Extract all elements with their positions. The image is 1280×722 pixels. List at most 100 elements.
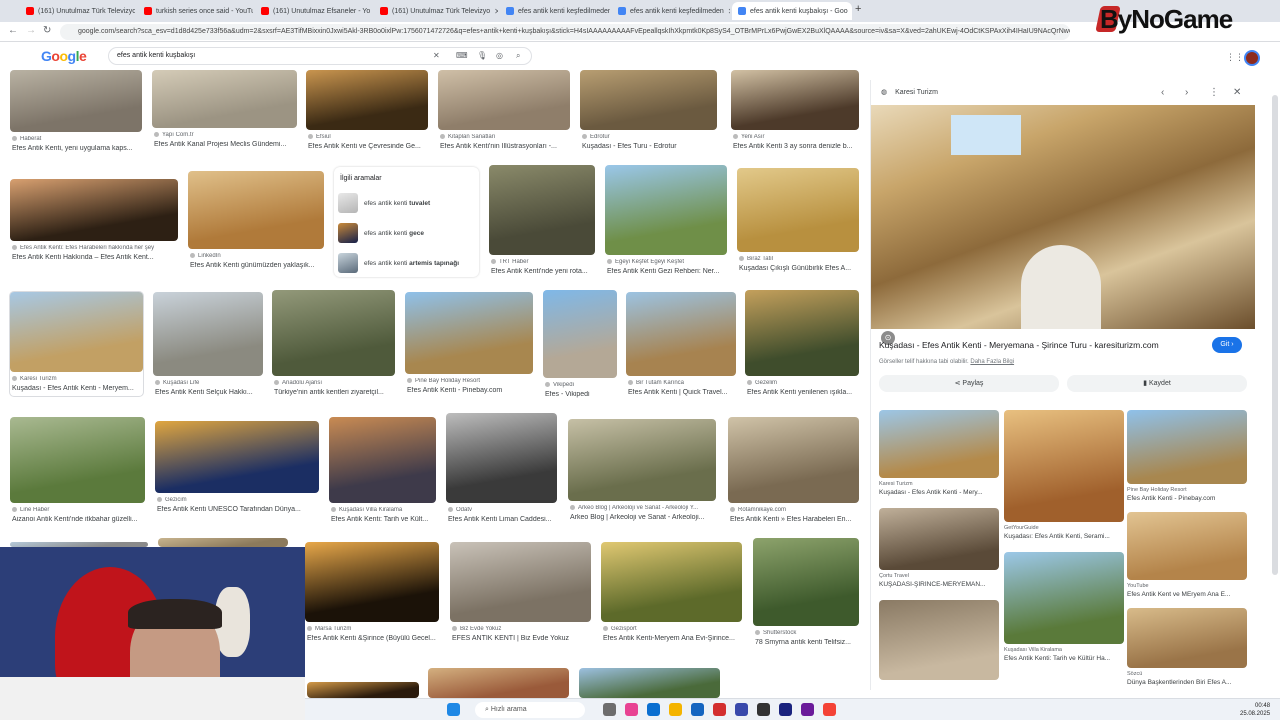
result-source[interactable]: Odatv (448, 507, 559, 513)
result-thumbnail[interactable] (10, 292, 143, 372)
result-source[interactable]: Arkeo Blog | Arkeoloji ve Sanat - Arkeol… (570, 505, 718, 511)
image-result[interactable]: Kitaplan SanatlarıEfes Antik Kenti'nin İ… (438, 70, 570, 154)
result-thumbnail[interactable] (10, 70, 142, 132)
image-result[interactable]: EdroturKuşadası - Efes Turu - Edrotur (580, 70, 717, 154)
result-thumbnail[interactable] (438, 70, 570, 130)
panel-source[interactable]: ◍ Karesi Turizm (881, 88, 938, 96)
image-result[interactable]: Shutterstock 78 Smyrna antik kenti Telifs… (753, 538, 859, 650)
result-thumbnail[interactable] (446, 413, 557, 503)
result-title[interactable]: Kuşadası Çıkışlı Günübirlik Efes A... (739, 265, 861, 272)
result-title[interactable]: Efes Antik Kenti - Pinebay.com (407, 387, 535, 394)
app-icon[interactable] (801, 703, 814, 716)
result-source[interactable]: Kuşadası Villa Kiralama (331, 507, 438, 513)
result-thumbnail[interactable] (158, 538, 288, 547)
result-thumbnail[interactable] (728, 417, 859, 503)
app-icon[interactable] (625, 703, 638, 716)
result-source[interactable]: Shutterstock (755, 630, 861, 636)
image-result[interactable]: TRT HaberEfes Antik Kenti'nde yeni rota.… (489, 165, 595, 279)
windows-start-icon[interactable] (447, 703, 460, 716)
result-thumbnail[interactable] (10, 179, 178, 241)
image-result[interactable]: Pine Bay Holiday Resort Efes Antik Kenti … (405, 292, 533, 398)
result-title[interactable]: Efes Antik Kenti Selçuk Hakkı... (155, 389, 265, 396)
result-source[interactable]: TRT Haber (491, 259, 597, 265)
result-source[interactable]: Biraz Tatil (739, 256, 861, 262)
result-thumbnail[interactable] (450, 542, 591, 622)
related-image-title[interactable]: Efes Antik Kent ve MEryem Ana E... (1127, 591, 1247, 598)
result-title[interactable]: Efes Antik Kenti 3 ay sonra denizle b... (733, 143, 861, 150)
clear-icon[interactable]: ✕ (433, 51, 440, 60)
image-result[interactable]: LinkedInEfes Antik Kenti günümüzden yakl… (188, 171, 324, 273)
result-source[interactable]: Vikipedi (545, 382, 619, 388)
avatar[interactable] (1244, 50, 1260, 66)
taskbar-search[interactable]: ⌕ Hızlı arama (475, 702, 585, 718)
result-thumbnail[interactable] (568, 419, 716, 501)
image-result[interactable]: Odatv Efes Antik Kenti Liman Caddesi... (446, 413, 557, 527)
image-result[interactable]: Arkeo Blog | Arkeoloji ve Sanat - Arkeol… (568, 419, 716, 525)
image-result[interactable]: GezelimEfes Antik Kenti yenilenen ışıkla… (745, 290, 859, 400)
image-result[interactable]: Kuşadası Life Efes Antik Kenti Selçuk Hak… (153, 292, 263, 400)
close-tab-icon[interactable]: ✕ (494, 7, 498, 16)
image-result[interactable]: VikipediEfes - Vikipedi (543, 290, 617, 402)
related-image-source[interactable]: Karesi Turizm (879, 481, 913, 487)
result-title[interactable]: Efes Antik Kenti UNESCO Tarafından Dünya… (157, 506, 321, 513)
related-image-thumbnail[interactable] (879, 410, 999, 478)
result-source[interactable]: Haberat (12, 136, 144, 142)
browser-tab[interactable]: (161) Unutulmaz Efsaneler - Yo ✕ (255, 2, 370, 20)
app-icon[interactable] (691, 703, 704, 716)
image-result[interactable]: Karesi TurizmKuşadası - Efes Antik Kenti… (10, 292, 143, 396)
result-source[interactable]: Bir Tutam Karınca (628, 380, 738, 386)
folder-icon[interactable] (669, 703, 682, 716)
result-source[interactable]: Anadolu Ajansı (274, 380, 397, 386)
search-input[interactable]: efes antik kenti kuşbakışı (108, 47, 532, 65)
related-image-thumbnail[interactable] (1127, 410, 1247, 484)
result-thumbnail[interactable] (428, 668, 569, 698)
result-source[interactable]: Pine Bay Holiday Resort (407, 378, 535, 384)
result-thumbnail[interactable] (307, 682, 419, 698)
result-title[interactable]: Kuşadası - Efes Antik Kenti - Meryem... (12, 385, 145, 392)
related-image-source[interactable]: Kuşadası Villa Kiralama (1004, 647, 1062, 653)
related-image-thumbnail[interactable] (1127, 608, 1247, 668)
close-icon[interactable]: ✕ (1233, 87, 1241, 98)
app-icon[interactable] (603, 703, 616, 716)
result-thumbnail[interactable] (10, 417, 145, 503)
related-image-title[interactable]: Efes Antik Kenti - Pinebay.com (1127, 495, 1247, 502)
result-title[interactable]: Efes Antik Kenti Hakkında – Efes Antik K… (12, 254, 180, 261)
result-source[interactable]: Kitaplan Sanatları (440, 134, 572, 140)
image-result[interactable]: Rotamnikaye.com Efes Antik Kenti » Efes H… (728, 417, 859, 527)
url-field[interactable]: google.com/search?sca_esv=d1d8d425e733f5… (60, 24, 1070, 40)
forward-icon[interactable]: → (26, 25, 36, 36)
search-icon[interactable]: ⌕ (516, 51, 520, 61)
result-source[interactable]: Biz Evde Yokuz (452, 626, 593, 632)
result-title[interactable]: Aizanoi Antik Kenti'nde itkbahar güzelli… (12, 516, 147, 523)
browser-tab[interactable]: efes antik kenti keşfedilmeden ✕ (500, 2, 610, 20)
result-title[interactable]: Efes Antik Kenti, yeni uygulama kaps... (12, 145, 144, 152)
image-result[interactable]: Biz Evde YokuzEFES ANTİK KENTİ | Biz Evd… (450, 542, 591, 646)
image-result[interactable]: EfsiulEfes Antik Kenti ve Çevresinde Ge.… (306, 70, 428, 154)
voice-search-icon[interactable]: 🎙 (477, 51, 487, 60)
result-source[interactable]: Kuşadası Life (155, 380, 265, 386)
result-thumbnail[interactable] (580, 70, 717, 130)
edge-icon[interactable] (647, 703, 660, 716)
app-icon[interactable] (757, 703, 770, 716)
chrome-icon[interactable] (823, 703, 836, 716)
result-source[interactable]: LinkedIn (190, 253, 326, 259)
result-title[interactable]: 78 Smyrna antik kenti Telifsiz... (755, 639, 861, 646)
result-source[interactable]: Rotamnikaye.com (730, 507, 861, 513)
result-title[interactable]: Türkiye'nin antik kentleri ziyaretçil... (274, 389, 397, 396)
image-result[interactable]: Yapı Com.trEfes Antik Kanal Projesi Mecl… (152, 70, 297, 152)
result-title[interactable]: Efes Antik Kenti » Efes Harabeleri En... (730, 516, 861, 523)
browser-tab[interactable]: efes antik kenti keşfedilmeden ✕ (612, 2, 730, 20)
result-thumbnail[interactable] (543, 290, 617, 378)
related-image-thumbnail[interactable] (1127, 512, 1247, 580)
result-thumbnail[interactable] (601, 542, 742, 622)
result-title[interactable]: Efes Antik Kanal Projesi Meclis Gündemi.… (154, 141, 299, 148)
related-image-source[interactable]: Sözcü (1127, 671, 1142, 677)
related-image-source[interactable]: Çortu Travel (879, 573, 909, 579)
result-title[interactable]: Efes Antik Kenti Liman Caddesi... (448, 516, 559, 523)
google-logo[interactable]: Google (41, 48, 86, 64)
result-source[interactable]: Edrotur (582, 134, 719, 140)
save-button[interactable]: ▮ Kaydet (1067, 375, 1247, 392)
result-thumbnail[interactable] (489, 165, 595, 255)
result-title[interactable]: Arkeo Blog | Arkeoloji ve Sanat - Arkeol… (570, 514, 718, 521)
result-source[interactable]: Marsa Turizm (307, 626, 441, 632)
